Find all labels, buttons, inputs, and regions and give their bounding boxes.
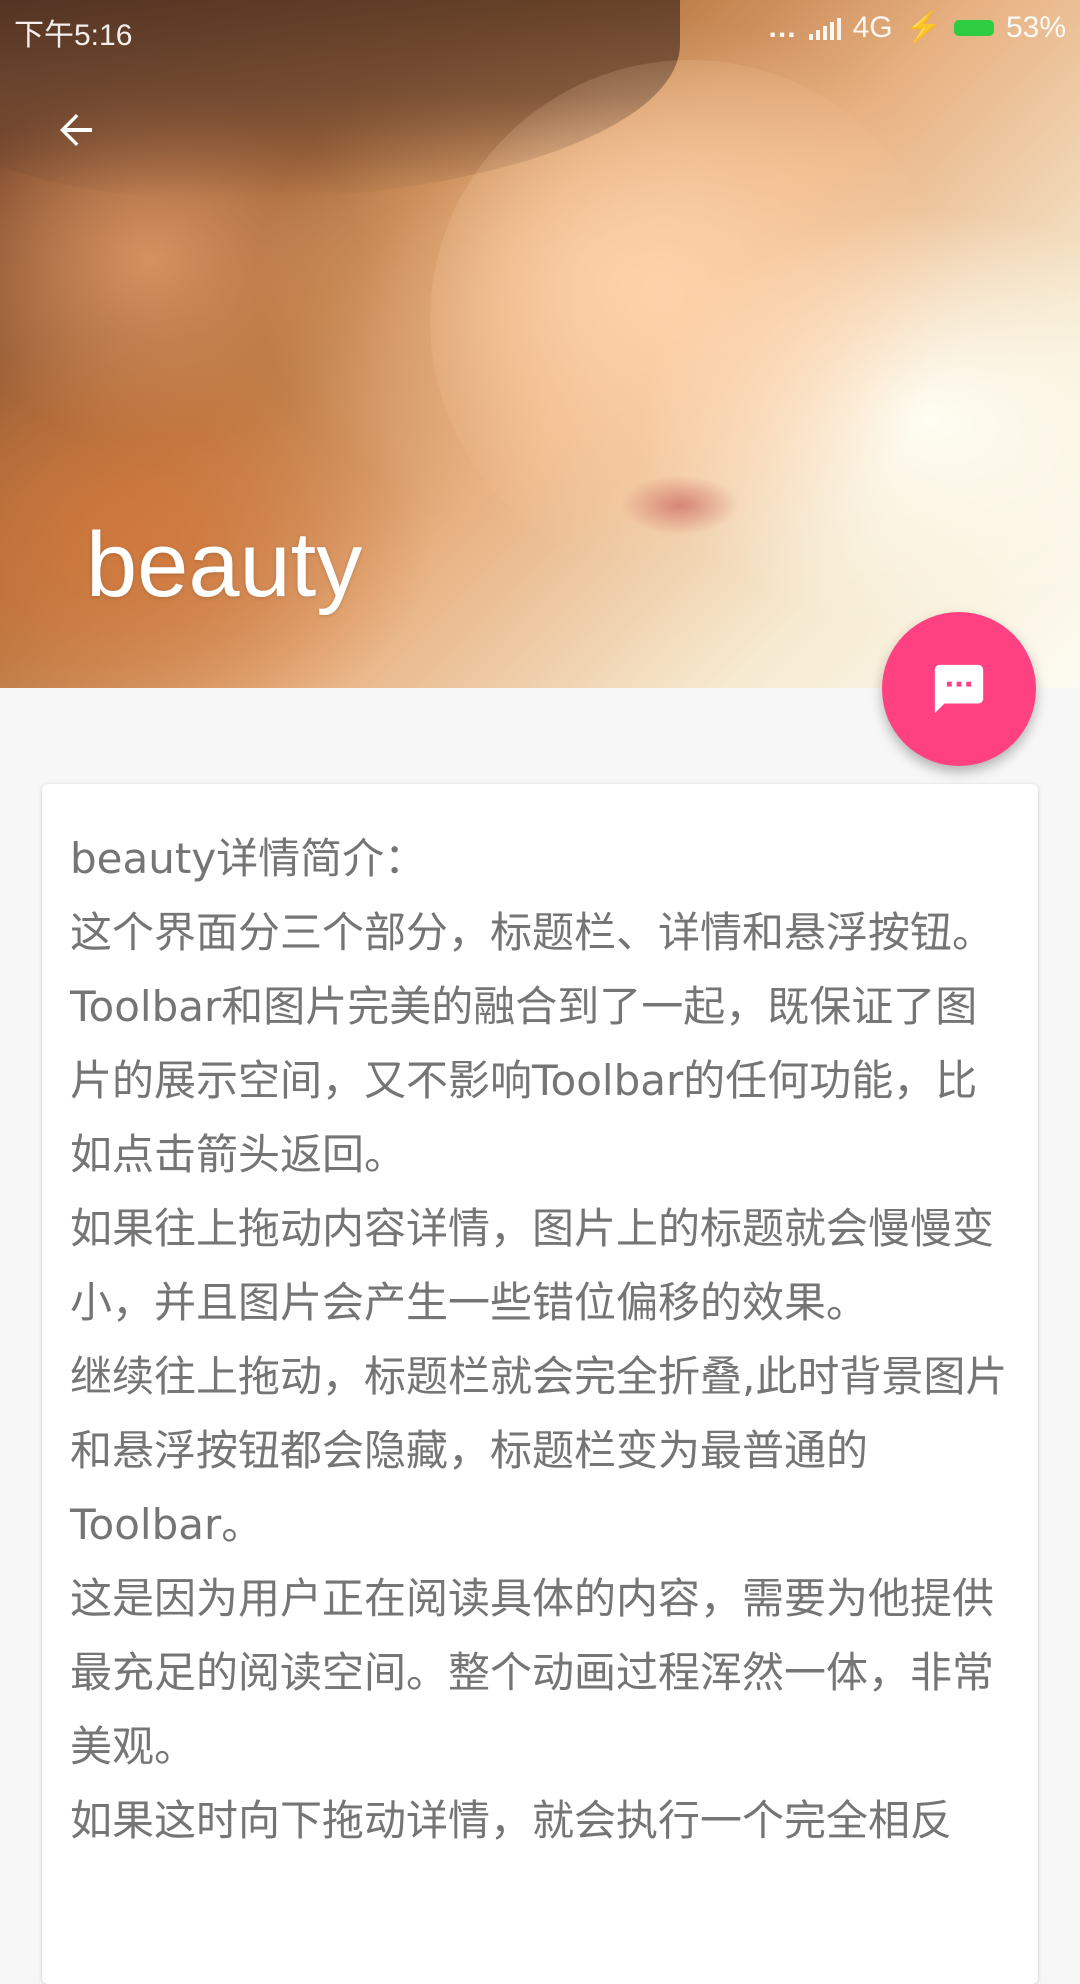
back-button[interactable]	[46, 100, 106, 160]
network-type: 4G	[852, 10, 893, 44]
status-dots: ...	[768, 10, 797, 44]
detail-paragraph: 这是因为用户正在阅读具体的内容，需要为他提供最充足的阅读空间。整个动画过程浑然一…	[70, 1574, 995, 1771]
battery-icon	[953, 19, 994, 36]
message-dots-icon	[934, 664, 984, 714]
signal-icon	[808, 16, 841, 40]
message-fab-button[interactable]	[882, 612, 1036, 766]
page-title: beauty	[86, 514, 363, 616]
detail-paragraph: 这个界面分三个部分，标题栏、详情和悬浮按钮。	[70, 908, 995, 957]
header-photo-lips	[620, 475, 740, 535]
detail-card: beauty详情简介： 这个界面分三个部分，标题栏、详情和悬浮按钮。 Toolb…	[42, 784, 1038, 1984]
battery-percent: 53%	[1005, 10, 1066, 44]
detail-paragraph: 如果这时向下拖动详情，就会执行一个完全相反	[70, 1796, 953, 1845]
arrow-left-icon	[60, 114, 92, 146]
status-time: 下午5:16	[14, 19, 133, 52]
status-icons: ... 4G ⚡ 53%	[769, 10, 1066, 45]
detail-paragraph: 继续往上拖动，标题栏就会完全折叠,此时背景图片和悬浮按钮都会隐藏，标题栏变为最普…	[70, 1352, 1008, 1549]
charging-icon: ⚡	[904, 11, 942, 44]
detail-paragraph: Toolbar和图片完美的融合到了一起，既保证了图片的展示空间，又不影响Tool…	[70, 982, 978, 1179]
status-bar: 下午5:16 ... 4G ⚡ 53%	[0, 0, 1080, 56]
detail-text: beauty详情简介： 这个界面分三个部分，标题栏、详情和悬浮按钮。 Toolb…	[70, 822, 1010, 1858]
detail-paragraph: 如果往上拖动内容详情，图片上的标题就会慢慢变小，并且图片会产生一些错位偏移的效果…	[70, 1204, 995, 1327]
detail-paragraph-intro: beauty详情简介：	[70, 834, 427, 883]
